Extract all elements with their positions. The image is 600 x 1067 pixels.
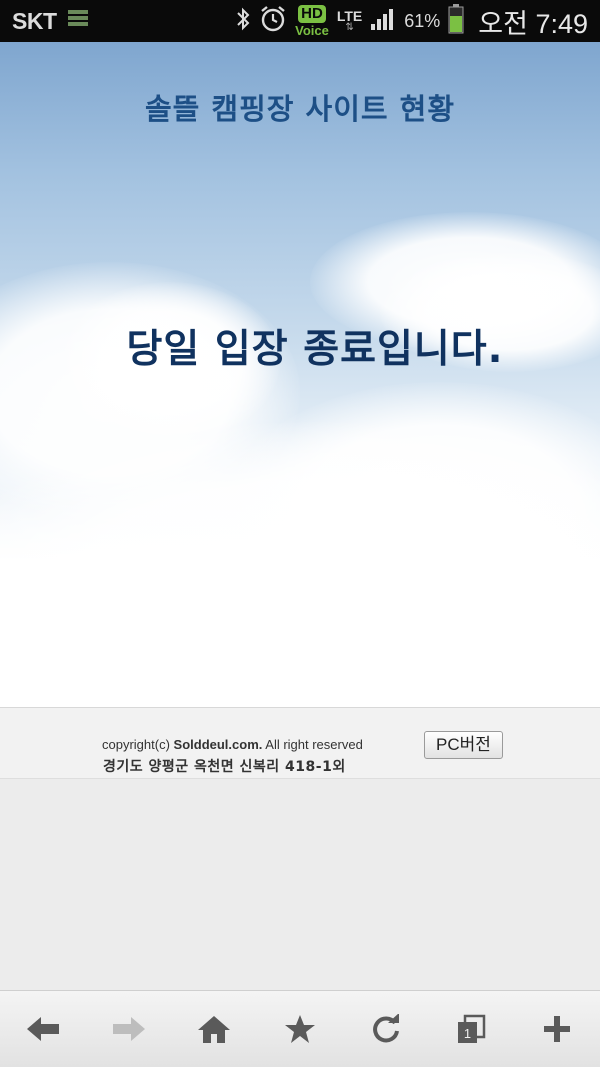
carrier-label: SKT [12, 7, 57, 34]
forward-button[interactable] [99, 999, 159, 1059]
bluetooth-icon [235, 7, 251, 36]
copyright-brand: Solddeul.com. [173, 737, 263, 752]
copyright-suffix: All right reserved [262, 737, 363, 752]
back-button[interactable] [13, 999, 73, 1059]
hd-voice-indicator: HD Voice [295, 5, 329, 37]
new-tab-plus-icon [544, 1016, 571, 1042]
pc-version-button[interactable]: PC버전 [424, 731, 503, 759]
cloud-decoration [0, 422, 600, 707]
bookmark-star-icon [284, 1015, 315, 1043]
signal-strength-icon [370, 7, 396, 36]
home-icon [198, 1016, 231, 1043]
browser-toolbar: 1 [0, 990, 600, 1067]
refresh-button[interactable] [356, 999, 416, 1059]
network-indicator: LTE ⇅ [337, 9, 362, 33]
data-arrows-icon: ⇅ [345, 22, 354, 33]
hd-badge: HD [298, 5, 326, 23]
voice-label: Voice [295, 23, 329, 38]
tabs-icon: 1 [458, 1014, 486, 1043]
refresh-icon [372, 1014, 399, 1043]
copyright-text: copyright(c) Solddeul.com. All right res… [102, 737, 363, 752]
page-title: 솔뜰 캠핑장 사이트 현황 [144, 92, 456, 126]
page-content: 솔뜰 캠핑장 사이트 현황 당일 입장 종료입니다. [0, 42, 600, 707]
copyright-prefix: copyright(c) [102, 737, 174, 752]
new-tab-button[interactable] [527, 999, 587, 1059]
home-button[interactable] [184, 999, 244, 1059]
address-text: 경기도 양평군 옥천면 신복리 418-1외 [103, 759, 346, 775]
alarm-clock-icon [259, 5, 287, 38]
network-type: LTE [336, 8, 363, 24]
tab-count: 1 [464, 1026, 471, 1041]
status-message: 당일 입장 종료입니다. [126, 327, 504, 372]
forward-arrow-icon [112, 1017, 145, 1041]
battery-icon [448, 3, 464, 39]
site-footer: copyright(c) Solddeul.com. All right res… [0, 707, 600, 779]
bookmarks-button[interactable] [270, 999, 330, 1059]
clock: 오전 7:49 [478, 8, 588, 39]
tabs-button[interactable]: 1 [441, 999, 501, 1059]
back-arrow-icon [26, 1017, 59, 1041]
status-bar: SKT HD Voice LTE ⇅ 61% 오전 7:49 [0, 0, 600, 42]
storage-icon [67, 9, 89, 34]
battery-percent: 61% [404, 10, 441, 31]
